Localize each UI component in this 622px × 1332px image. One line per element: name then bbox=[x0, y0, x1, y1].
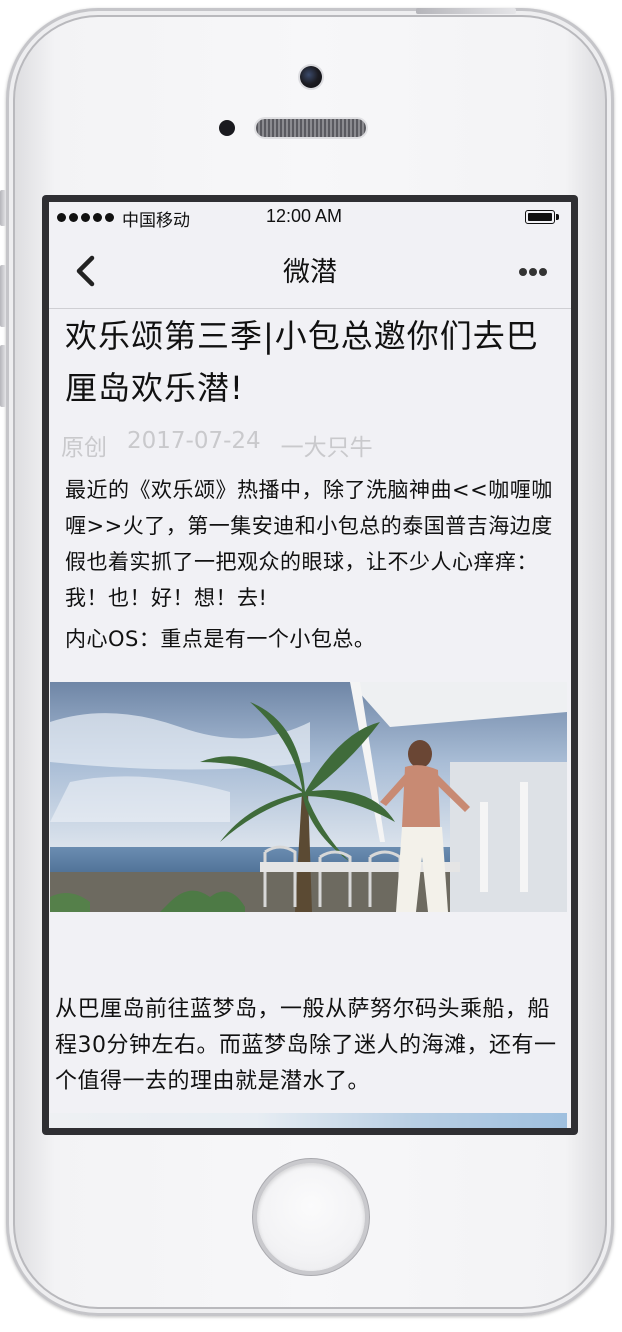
more-dot-icon bbox=[529, 268, 537, 276]
power-button bbox=[416, 8, 516, 14]
nav-title: 微潜 bbox=[283, 257, 337, 288]
carrier-name: 中国移动 bbox=[122, 211, 190, 231]
navigation-bar: 微潜 bbox=[49, 234, 571, 309]
article-paragraph: 内心OS：重点是有一个小包总。 bbox=[65, 627, 376, 651]
article-paragraph: 最近的《欢乐颂》热播中，除了洗脑神曲<<咖喱咖喱>>火了，第一集安迪和小包总的泰… bbox=[65, 478, 553, 610]
article-meta: 原创 2017-07-24 一大只牛 bbox=[61, 428, 373, 462]
article-image-partial bbox=[50, 1113, 567, 1128]
screen: 中国移动 12:00 AM 微潜 欢乐颂第三季|小包总邀你们去巴厘岛欢乐潜! 原… bbox=[49, 202, 571, 1128]
publish-date: 2017-07-24 bbox=[127, 428, 261, 454]
signal-strength-icon bbox=[57, 213, 114, 222]
more-dot-icon bbox=[519, 268, 527, 276]
article-title: 欢乐颂第三季|小包总邀你们去巴厘岛欢乐潜! bbox=[65, 317, 539, 407]
beach-scene-image bbox=[50, 682, 567, 912]
proximity-sensor bbox=[219, 120, 235, 136]
front-camera bbox=[300, 66, 322, 88]
more-options-button[interactable] bbox=[519, 268, 549, 278]
author-link[interactable]: 一大只牛 bbox=[281, 428, 373, 462]
volume-down-button bbox=[0, 345, 6, 407]
status-time: 12:00 AM bbox=[266, 206, 343, 226]
article-paragraph: 从巴厘岛前往蓝梦岛，一般从萨努尔码头乘船，船程30分钟左右。而蓝梦岛除了迷人的海… bbox=[55, 997, 557, 1094]
article-image bbox=[50, 682, 567, 912]
volume-up-button bbox=[0, 265, 6, 327]
mute-switch bbox=[0, 190, 6, 226]
status-bar: 中国移动 12:00 AM bbox=[49, 202, 571, 234]
home-button[interactable] bbox=[257, 1163, 365, 1271]
earpiece-speaker bbox=[256, 119, 366, 137]
original-tag: 原创 bbox=[61, 435, 107, 461]
more-dot-icon bbox=[539, 268, 547, 276]
battery-icon bbox=[525, 210, 559, 224]
